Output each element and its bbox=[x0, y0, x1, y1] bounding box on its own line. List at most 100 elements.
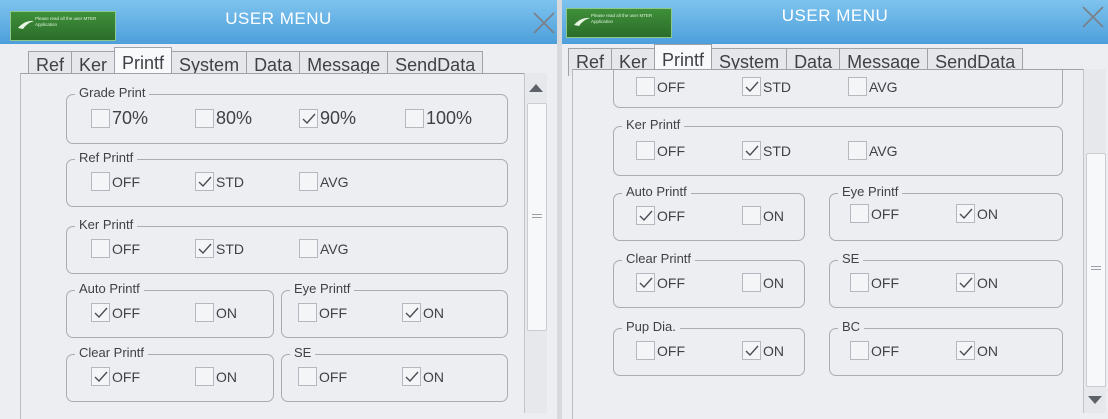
ref-avg-option[interactable]: AVG bbox=[848, 77, 898, 96]
checkbox[interactable] bbox=[636, 206, 655, 225]
clear-on-option[interactable]: ON bbox=[742, 273, 784, 292]
checkbox[interactable] bbox=[742, 273, 761, 292]
checkbox[interactable] bbox=[405, 109, 424, 128]
option-label: ON bbox=[977, 342, 998, 359]
checkbox[interactable] bbox=[848, 77, 867, 96]
clear-off-option[interactable]: OFF bbox=[636, 273, 685, 292]
eye-on-option[interactable]: ON bbox=[402, 303, 444, 322]
clear-printf-group: Clear Printf OFF ON bbox=[66, 345, 274, 402]
checkbox[interactable] bbox=[299, 172, 318, 191]
screen-left: Please read all the user MTER Applicatio… bbox=[0, 0, 557, 419]
checkbox[interactable] bbox=[848, 141, 867, 160]
option-label: OFF bbox=[112, 368, 140, 385]
bc-off-option[interactable]: OFF bbox=[850, 341, 899, 360]
auto-on-option[interactable]: ON bbox=[195, 303, 237, 322]
ker-avg-option[interactable]: AVG bbox=[299, 239, 349, 258]
eye-printf-group: Eye Printf OFF ON bbox=[829, 184, 1063, 241]
pup-on-option[interactable]: ON bbox=[742, 341, 784, 360]
scroll-thumb[interactable] bbox=[527, 103, 547, 331]
check-icon bbox=[959, 208, 973, 220]
title-bar: Please read all the user MTER Applicatio… bbox=[562, 0, 1108, 44]
vertical-scrollbar[interactable] bbox=[524, 73, 547, 413]
ker-off-option[interactable]: OFF bbox=[91, 239, 140, 258]
ker-std-option[interactable]: STD bbox=[195, 239, 244, 258]
ker-avg-option[interactable]: AVG bbox=[848, 141, 898, 160]
arrow-up-icon[interactable] bbox=[528, 83, 544, 93]
close-button[interactable] bbox=[1080, 4, 1106, 30]
ref-avg-option[interactable]: AVG bbox=[299, 172, 349, 191]
checkbox[interactable] bbox=[195, 239, 214, 258]
grade-70-option[interactable]: 70% bbox=[91, 108, 148, 129]
grade-80-option[interactable]: 80% bbox=[195, 108, 252, 129]
checkbox[interactable] bbox=[195, 172, 214, 191]
checkbox[interactable] bbox=[956, 204, 975, 223]
checkbox[interactable] bbox=[742, 141, 761, 160]
checkbox[interactable] bbox=[91, 303, 110, 322]
clear-off-option[interactable]: OFF bbox=[91, 367, 140, 386]
eye-off-option[interactable]: OFF bbox=[298, 303, 347, 322]
checkbox[interactable] bbox=[195, 303, 214, 322]
grip-line bbox=[1091, 269, 1101, 270]
check-icon bbox=[745, 145, 759, 157]
checkbox[interactable] bbox=[299, 239, 318, 258]
auto-off-option[interactable]: OFF bbox=[636, 206, 685, 225]
checkbox[interactable] bbox=[742, 206, 761, 225]
auto-printf-group: Auto Printf OFF ON bbox=[66, 281, 274, 338]
checkbox[interactable] bbox=[402, 303, 421, 322]
checkbox[interactable] bbox=[742, 77, 761, 96]
checkbox[interactable] bbox=[195, 109, 214, 128]
checkbox[interactable] bbox=[956, 341, 975, 360]
checkbox[interactable] bbox=[91, 172, 110, 191]
ref-off-option[interactable]: OFF bbox=[636, 77, 685, 96]
se-on-option[interactable]: ON bbox=[402, 367, 444, 386]
close-icon bbox=[1082, 6, 1104, 28]
checkbox[interactable] bbox=[91, 367, 110, 386]
checkbox[interactable] bbox=[636, 273, 655, 292]
vertical-scrollbar[interactable] bbox=[1083, 69, 1106, 413]
checkbox[interactable] bbox=[298, 303, 317, 322]
option-label: ON bbox=[216, 368, 237, 385]
ref-std-option[interactable]: STD bbox=[742, 77, 791, 96]
eye-on-option[interactable]: ON bbox=[956, 204, 998, 223]
auto-off-option[interactable]: OFF bbox=[91, 303, 140, 322]
checkbox[interactable] bbox=[402, 367, 421, 386]
checkbox[interactable] bbox=[850, 204, 869, 223]
ker-printf-group: Ker Printf OFF STD AVG bbox=[66, 217, 508, 274]
option-label: 100% bbox=[426, 108, 473, 128]
option-label: AVG bbox=[869, 142, 898, 159]
checkbox[interactable] bbox=[299, 109, 318, 128]
checkbox[interactable] bbox=[636, 77, 655, 96]
checkbox[interactable] bbox=[850, 341, 869, 360]
bc-on-option[interactable]: ON bbox=[956, 341, 998, 360]
scroll-thumb[interactable] bbox=[1086, 153, 1106, 387]
checkbox[interactable] bbox=[742, 341, 761, 360]
clear-on-option[interactable]: ON bbox=[195, 367, 237, 386]
ref-off-option[interactable]: OFF bbox=[91, 172, 140, 191]
checkbox[interactable] bbox=[956, 273, 975, 292]
ref-std-option[interactable]: STD bbox=[195, 172, 244, 191]
auto-on-option[interactable]: ON bbox=[742, 206, 784, 225]
check-icon bbox=[405, 307, 419, 319]
grade-100-option[interactable]: 100% bbox=[405, 108, 472, 129]
checkbox[interactable] bbox=[850, 273, 869, 292]
option-label: ON bbox=[977, 205, 998, 222]
option-label: OFF bbox=[112, 173, 140, 190]
grip-line bbox=[532, 217, 542, 218]
checkbox[interactable] bbox=[298, 367, 317, 386]
ker-std-option[interactable]: STD bbox=[742, 141, 791, 160]
close-button[interactable] bbox=[531, 10, 557, 36]
se-on-option[interactable]: ON bbox=[956, 273, 998, 292]
pup-off-option[interactable]: OFF bbox=[636, 341, 685, 360]
arrow-down-icon[interactable] bbox=[1087, 395, 1103, 405]
eye-off-option[interactable]: OFF bbox=[850, 204, 899, 223]
checkbox[interactable] bbox=[636, 141, 655, 160]
ker-off-option[interactable]: OFF bbox=[636, 141, 685, 160]
grade-90-option[interactable]: 90% bbox=[299, 108, 356, 129]
checkbox[interactable] bbox=[91, 239, 110, 258]
checkbox[interactable] bbox=[636, 341, 655, 360]
checkbox[interactable] bbox=[91, 109, 110, 128]
se-off-option[interactable]: OFF bbox=[298, 367, 347, 386]
checkbox[interactable] bbox=[195, 367, 214, 386]
option-label: STD bbox=[216, 173, 244, 190]
se-off-option[interactable]: OFF bbox=[850, 273, 899, 292]
